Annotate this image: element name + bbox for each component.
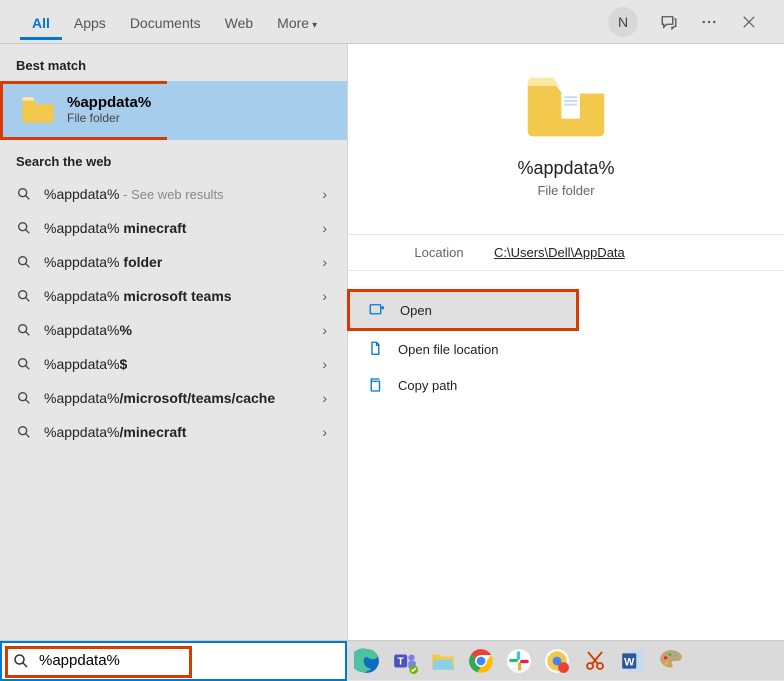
- web-result-item[interactable]: %appdata%$›: [0, 347, 347, 381]
- taskbar-edge-icon[interactable]: [353, 647, 381, 675]
- open-file-location-label: Open file location: [398, 342, 498, 357]
- copy-path-action[interactable]: Copy path: [348, 367, 784, 403]
- web-result-item[interactable]: %appdata%/minecraft›: [0, 415, 347, 449]
- location-value[interactable]: C:\Users\Dell\AppData: [494, 245, 625, 260]
- web-result-text: %appdata% minecraft: [44, 220, 322, 236]
- more-options-icon[interactable]: [700, 13, 718, 31]
- preview-panel: %appdata% File folder Location C:\Users\…: [347, 44, 784, 642]
- chevron-right-icon: ›: [322, 186, 327, 202]
- web-result-item[interactable]: %appdata% microsoft teams›: [0, 279, 347, 313]
- taskbar: T W: [0, 640, 784, 680]
- chevron-right-icon: ›: [322, 254, 327, 270]
- close-icon[interactable]: [740, 13, 758, 31]
- open-icon: [368, 301, 386, 319]
- web-result-item[interactable]: %appdata% folder›: [0, 245, 347, 279]
- web-result-item[interactable]: %appdata%/microsoft/teams/cache›: [0, 381, 347, 415]
- taskbar-slack-icon[interactable]: [505, 647, 533, 675]
- file-location-icon: [366, 340, 384, 358]
- search-icon: [12, 652, 30, 670]
- tab-web[interactable]: Web: [213, 4, 266, 40]
- web-result-text: %appdata% - See web results: [44, 186, 322, 202]
- web-result-text: %appdata% microsoft teams: [44, 288, 322, 304]
- tab-apps[interactable]: Apps: [62, 4, 118, 40]
- taskbar-teams-icon[interactable]: T: [391, 647, 419, 675]
- search-icon: [16, 322, 32, 338]
- folder-icon: [21, 95, 55, 125]
- open-file-location-action[interactable]: Open file location: [348, 331, 784, 367]
- web-result-text: %appdata% folder: [44, 254, 322, 270]
- search-icon: [16, 288, 32, 304]
- web-result-text: %appdata%%: [44, 322, 322, 338]
- taskbar-snip-icon[interactable]: [581, 647, 609, 675]
- tab-documents[interactable]: Documents: [118, 4, 213, 40]
- chevron-right-icon: ›: [322, 220, 327, 236]
- tab-all[interactable]: All: [20, 4, 62, 40]
- taskbar-chrome-canary-icon[interactable]: [543, 647, 571, 675]
- web-result-text: %appdata%/minecraft: [44, 424, 322, 440]
- copy-icon: [366, 376, 384, 394]
- svg-text:W: W: [624, 656, 635, 668]
- preview-subtitle: File folder: [348, 183, 784, 198]
- search-icon: [16, 356, 32, 372]
- user-avatar[interactable]: N: [608, 7, 638, 37]
- open-action[interactable]: Open: [347, 289, 579, 331]
- location-label: Location: [384, 245, 494, 260]
- search-box[interactable]: [0, 641, 347, 681]
- search-input[interactable]: [39, 652, 345, 669]
- taskbar-chrome-icon[interactable]: [467, 647, 495, 675]
- search-icon: [16, 254, 32, 270]
- chevron-right-icon: ›: [322, 322, 327, 338]
- search-web-label: Search the web: [0, 140, 347, 177]
- chevron-right-icon: ›: [322, 424, 327, 440]
- search-icon: [16, 220, 32, 236]
- search-icon: [16, 390, 32, 406]
- taskbar-explorer-icon[interactable]: [429, 647, 457, 675]
- copy-path-label: Copy path: [398, 378, 457, 393]
- best-match-label: Best match: [0, 44, 347, 81]
- tab-more[interactable]: More▾: [265, 4, 329, 40]
- best-match-item[interactable]: %appdata% File folder: [0, 81, 167, 140]
- chevron-right-icon: ›: [322, 390, 327, 406]
- search-icon: [16, 424, 32, 440]
- web-result-item[interactable]: %appdata% - See web results›: [0, 177, 347, 211]
- chevron-down-icon: ▾: [312, 20, 317, 31]
- results-panel: Best match %appdata% File folder Search …: [0, 44, 347, 642]
- preview-title: %appdata%: [348, 158, 784, 179]
- tabs-bar: All Apps Documents Web More▾ N: [0, 0, 784, 44]
- best-match-subtitle: File folder: [67, 111, 151, 125]
- web-result-item[interactable]: %appdata% minecraft›: [0, 211, 347, 245]
- chevron-right-icon: ›: [322, 288, 327, 304]
- open-action-label: Open: [400, 303, 432, 318]
- best-match-title: %appdata%: [67, 94, 151, 111]
- web-result-item[interactable]: %appdata%%›: [0, 313, 347, 347]
- svg-text:T: T: [398, 656, 404, 667]
- folder-icon: [524, 72, 608, 140]
- feedback-icon[interactable]: [660, 13, 678, 31]
- taskbar-paint-icon[interactable]: [657, 647, 685, 675]
- location-row: Location C:\Users\Dell\AppData: [348, 234, 784, 271]
- chevron-right-icon: ›: [322, 356, 327, 372]
- web-result-text: %appdata%/microsoft/teams/cache: [44, 390, 322, 406]
- taskbar-word-icon[interactable]: W: [619, 647, 647, 675]
- search-icon: [16, 186, 32, 202]
- web-result-text: %appdata%$: [44, 356, 322, 372]
